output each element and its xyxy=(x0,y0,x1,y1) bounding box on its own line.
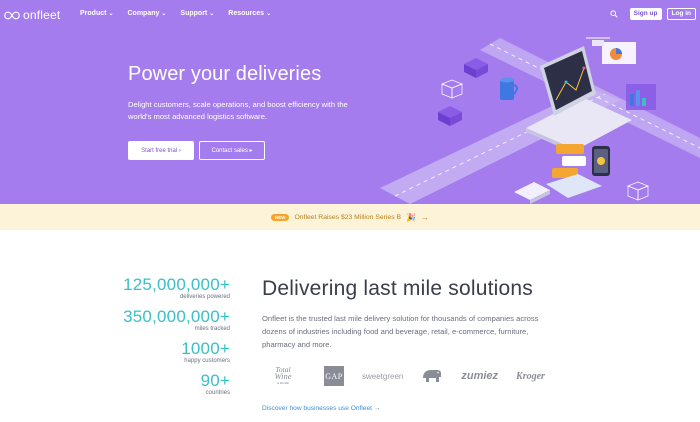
mug-shape xyxy=(513,84,518,95)
section-title: Delivering last mile solutions xyxy=(262,277,533,300)
stat-item: 125,000,000+ deliveries powered xyxy=(100,276,230,302)
wire-cube xyxy=(627,181,649,191)
stats-column: 125,000,000+ deliveries powered 350,000,… xyxy=(100,276,230,404)
route-point xyxy=(564,80,568,84)
chevron-down-icon: ⌄ xyxy=(266,10,272,17)
wire-cube xyxy=(441,83,453,99)
stat-value: 90+ xyxy=(200,371,230,390)
stat-value: 125,000,000+ xyxy=(123,275,230,294)
top-nav: onfleet Product ⌄ Company ⌄ Support ⌄ Re… xyxy=(0,0,700,30)
menu-label: Resources xyxy=(228,10,265,17)
main-menu: Product ⌄ Company ⌄ Support ⌄ Resources … xyxy=(80,10,271,17)
menu-item-product[interactable]: Product ⌄ xyxy=(80,10,113,17)
wire-cube xyxy=(451,83,463,99)
announcement-banner[interactable]: NEW Onfleet Raises $23 Million Series B … xyxy=(0,204,700,230)
hero-section: onfleet Product ⌄ Company ⌄ Support ⌄ Re… xyxy=(0,0,700,204)
start-free-trial-button[interactable]: Start free trial › xyxy=(128,141,194,160)
menu-label: Company xyxy=(127,10,160,17)
sweetgreen-logo: sweetgreen xyxy=(362,372,403,381)
chart-bar xyxy=(642,98,646,106)
infinity-logo-icon xyxy=(4,11,20,19)
login-button[interactable]: Log in xyxy=(666,8,696,20)
hero-subtitle: Delight customers, scale operations, and… xyxy=(128,100,348,121)
menu-label: Product xyxy=(80,10,107,17)
brand-text: sweetgreen xyxy=(362,371,404,381)
zumiez-logo: zumiez xyxy=(461,370,498,382)
bear-icon xyxy=(423,370,442,382)
chart-bar xyxy=(630,94,634,106)
stat-item: 1000+ happy customers xyxy=(100,340,230,366)
phone-icon xyxy=(597,157,605,165)
arrow-right-icon: → xyxy=(421,212,429,222)
mug-shape xyxy=(500,80,514,100)
nav-actions: Sign up Log in xyxy=(607,8,696,20)
brand-text: & MORE xyxy=(277,380,289,385)
party-popper-icon: 🎉 xyxy=(406,212,416,222)
brand-text: Wine xyxy=(274,370,292,381)
brand-text: zumiez xyxy=(461,370,499,382)
stat-label: happy customers xyxy=(184,358,230,364)
stat-label: miles tracked xyxy=(194,326,230,332)
banner-text: Onfleet Raises $23 Million Series B xyxy=(294,213,402,221)
brand-text: GAP xyxy=(325,371,343,381)
page: onfleet Product ⌄ Company ⌄ Support ⌄ Re… xyxy=(0,0,700,422)
brand-text: Kroger xyxy=(516,370,545,382)
chat-bubble xyxy=(562,156,586,166)
bear-logo xyxy=(421,368,443,384)
customer-logos: Total Wine & MORE GAP sweetgreen zumiez … xyxy=(268,362,561,390)
chevron-down-icon: ⌄ xyxy=(209,10,215,17)
kroger-logo: Kroger xyxy=(516,371,545,382)
hero-title: Power your deliveries xyxy=(128,63,322,85)
stat-value: 350,000,000+ xyxy=(123,307,230,326)
menu-item-company[interactable]: Company ⌄ xyxy=(127,10,166,17)
contact-sales-button[interactable]: Contact sales ▸ xyxy=(199,141,265,160)
menu-label: Support xyxy=(180,10,208,17)
hero-illustration xyxy=(380,37,700,204)
discover-link[interactable]: Discover how businesses use Onfleet → xyxy=(262,405,380,412)
menu-item-resources[interactable]: Resources ⌄ xyxy=(228,10,271,17)
drone-shape xyxy=(592,40,604,46)
onfleet-logo[interactable]: onfleet xyxy=(4,8,60,22)
chart-bar xyxy=(636,90,640,106)
chevron-down-icon: ⌄ xyxy=(108,10,114,17)
route-point xyxy=(582,66,586,70)
stat-item: 350,000,000+ miles tracked xyxy=(100,308,230,334)
gap-logo: GAP xyxy=(324,366,344,386)
total-wine-logo: Total Wine & MORE xyxy=(268,365,298,387)
mug-shape xyxy=(500,77,514,83)
stat-item: 90+ countries xyxy=(100,372,230,398)
wire-cube xyxy=(627,185,639,201)
chat-bubble xyxy=(556,144,584,154)
stat-label: deliveries powered xyxy=(179,294,230,300)
logo-text: onfleet xyxy=(23,8,61,22)
section-paragraph: Onfleet is the trusted last mile deliver… xyxy=(262,314,539,349)
chevron-down-icon: ⌄ xyxy=(161,10,167,17)
wire-cube xyxy=(441,79,463,89)
new-badge: NEW xyxy=(270,213,290,221)
signup-button[interactable]: Sign up xyxy=(629,8,662,20)
search-icon[interactable] xyxy=(607,8,621,20)
van-shape xyxy=(514,182,550,200)
stat-value: 1000+ xyxy=(181,339,230,358)
menu-item-support[interactable]: Support ⌄ xyxy=(180,10,214,17)
wire-cube xyxy=(637,185,649,201)
stat-label: countries xyxy=(205,390,230,396)
